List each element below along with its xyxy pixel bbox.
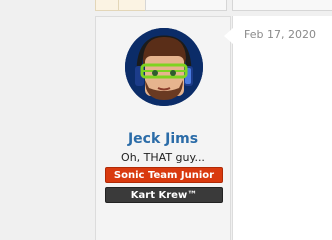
user-title: Oh, THAT guy...	[121, 151, 205, 164]
username[interactable]: Jeck Jims	[96, 131, 230, 147]
user-avatar-icon	[125, 28, 203, 106]
top-tab-left-1	[95, 0, 119, 11]
post-date[interactable]: Feb 17, 2020	[244, 28, 316, 41]
top-tab-left-2	[118, 0, 146, 11]
message-content	[232, 16, 332, 240]
user-banner-kart-krew: Kart Krew™	[105, 187, 223, 203]
top-tab-middle	[145, 0, 227, 11]
message-user-info: Jeck Jims Oh, THAT guy... Sonic Team Jun…	[95, 16, 231, 240]
avatar[interactable]	[125, 28, 203, 106]
top-tab-right	[232, 0, 332, 11]
message-arrow	[224, 28, 233, 44]
user-banner-sonic-team-junior: Sonic Team Junior	[105, 167, 223, 183]
